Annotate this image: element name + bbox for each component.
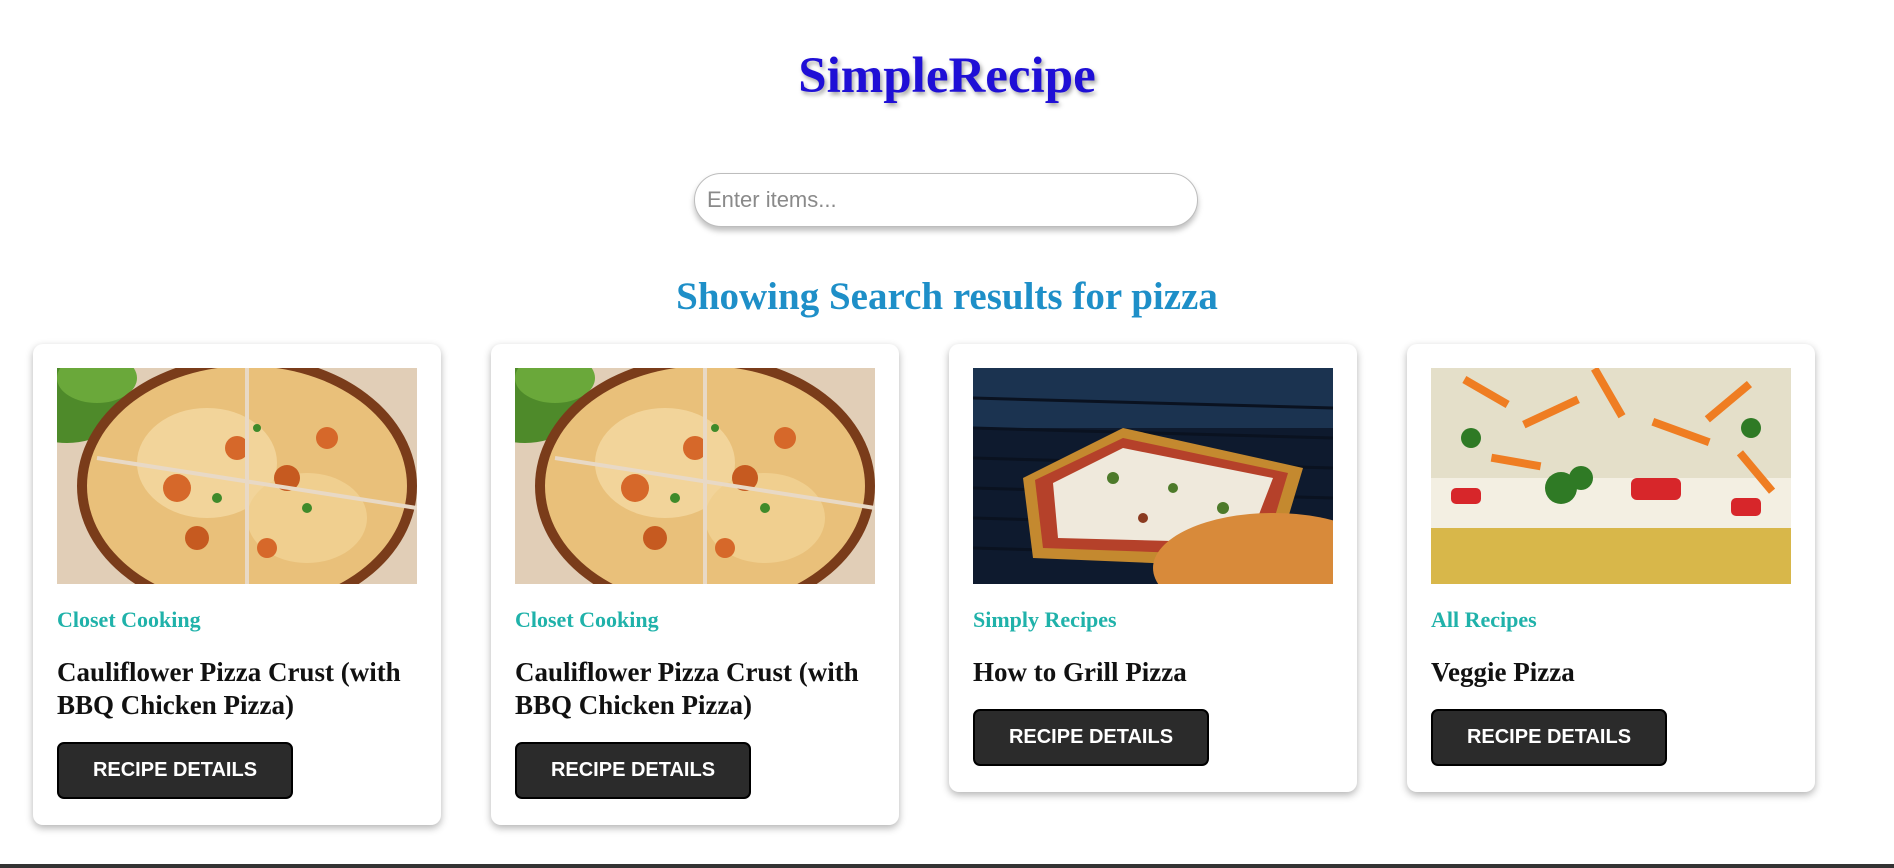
recipe-title: Cauliflower Pizza Crust (with BBQ Chicke… [57,657,401,720]
recipe-title: Cauliflower Pizza Crust (with BBQ Chicke… [515,657,859,720]
results-heading: Showing Search results for pizza [676,275,1218,318]
recipe-source: Closet Cooking [57,607,201,632]
recipe-image [973,368,1333,584]
recipe-details-button[interactable]: RECIPE DETAILS [57,742,293,799]
page: SimpleRecipe Showing Search results for … [0,0,1894,868]
recipe-image [1431,368,1791,584]
recipe-image [515,368,875,584]
recipe-details-button[interactable]: RECIPE DETAILS [515,742,751,799]
recipe-card: Simply Recipes How to Grill Pizza RECIPE… [949,344,1357,792]
bottom-divider [0,864,1894,868]
recipe-source: Closet Cooking [515,607,659,632]
recipe-title: Veggie Pizza [1431,657,1575,687]
recipe-details-button[interactable]: RECIPE DETAILS [973,709,1209,766]
recipe-source: Simply Recipes [973,607,1117,632]
recipe-source: All Recipes [1431,607,1537,632]
search-bar [694,173,1198,227]
recipe-card: All Recipes Veggie Pizza RECIPE DETAILS [1407,344,1815,792]
recipe-title: How to Grill Pizza [973,657,1187,687]
recipe-details-button[interactable]: RECIPE DETAILS [1431,709,1667,766]
recipe-card: Closet Cooking Cauliflower Pizza Crust (… [33,344,441,825]
recipe-card: Closet Cooking Cauliflower Pizza Crust (… [491,344,899,825]
search-input[interactable] [694,173,1198,227]
recipe-image [57,368,417,584]
site-title: SimpleRecipe [798,48,1096,104]
